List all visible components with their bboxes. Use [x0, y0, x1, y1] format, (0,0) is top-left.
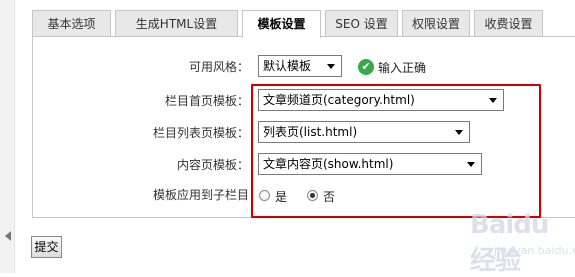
style-select[interactable]: 默认模板 [258, 55, 342, 77]
apply-sub-no-label[interactable]: 否 [323, 188, 335, 205]
tab-seo[interactable]: SEO 设置 [325, 10, 398, 36]
collapse-sidebar-strip[interactable] [0, 0, 15, 273]
list-template-label: 栏目列表页模板： [152, 126, 249, 140]
template-settings-panel: 可用风格： 默认模板 ✔ 输入正确 栏目首页模板： 文章频道页(category… [32, 36, 575, 218]
tab-permission[interactable]: 权限设置 [402, 10, 470, 36]
highlight-box [251, 84, 541, 218]
watermark-sub-text: jingyan.baidu.com [494, 244, 575, 257]
submit-button[interactable]: 提交 [31, 236, 62, 258]
style-status-text: 输入正确 [378, 61, 427, 75]
style-label: 可用风格： [188, 60, 249, 74]
style-select-value: 默认模板 [263, 59, 312, 73]
content-template-label: 内容页模板： [176, 158, 249, 172]
index-template-label: 栏目首页模板： [164, 94, 249, 108]
chevron-down-icon [327, 64, 335, 69]
apply-sub-no-radio[interactable] [307, 190, 318, 201]
tab-html[interactable]: 生成HTML设置 [115, 10, 238, 36]
settings-tabbar: 基本选项 生成HTML设置 模板设置 SEO 设置 权限设置 收费设置 [32, 10, 552, 38]
apply-sub-yes-radio[interactable] [259, 190, 270, 201]
collapse-arrow-icon[interactable] [5, 231, 11, 241]
tab-template[interactable]: 模板设置 [242, 10, 321, 38]
baidu-watermark-logo: Baidu经验 jingyan.baidu.com [470, 210, 575, 276]
tab-basic[interactable]: 基本选项 [32, 10, 111, 36]
apply-sub-yes-label[interactable]: 是 [275, 188, 287, 205]
check-icon: ✔ [358, 59, 374, 75]
tab-charge[interactable]: 收费设置 [474, 10, 543, 36]
apply-sub-label: 模板应用到子栏目 [152, 188, 249, 202]
